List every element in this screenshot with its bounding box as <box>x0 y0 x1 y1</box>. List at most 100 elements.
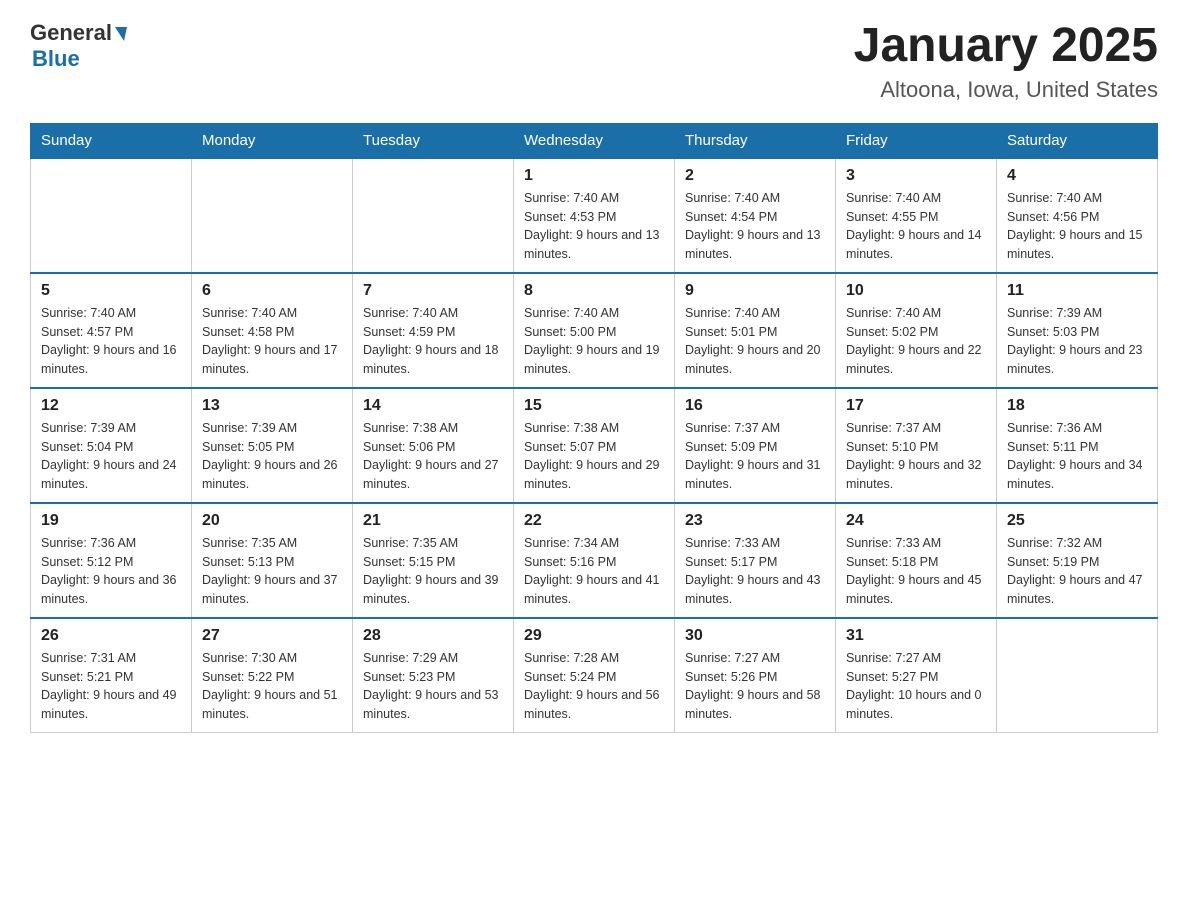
calendar-cell: 21 Sunrise: 7:35 AM Sunset: 5:15 PM Dayli… <box>353 503 514 618</box>
calendar-cell: 4 Sunrise: 7:40 AM Sunset: 4:56 PM Daylig… <box>997 158 1158 273</box>
day-info: Sunrise: 7:28 AM Sunset: 5:24 PM Dayligh… <box>524 649 664 724</box>
day-number: 18 <box>1007 397 1147 415</box>
day-info: Sunrise: 7:38 AM Sunset: 5:07 PM Dayligh… <box>524 419 664 494</box>
calendar-cell: 13Sunrise: 7:39 AM Sunset: 5:05 PM Dayli… <box>192 388 353 503</box>
weekday-header-row: SundayMondayTuesdayWednesdayThursdayFrid… <box>31 123 1158 158</box>
weekday-header-thursday: Thursday <box>675 123 836 158</box>
calendar-cell: 20Sunrise: 7:35 AM Sunset: 5:13 PM Dayli… <box>192 503 353 618</box>
day-number: 28 <box>363 627 503 645</box>
calendar-cell: 8Sunrise: 7:40 AM Sunset: 5:00 PM Daylig… <box>514 273 675 388</box>
day-info: Sunrise: 7:40 AM Sunset: 4:55 PM Dayligh… <box>846 189 986 264</box>
day-number: 10 <box>846 282 986 300</box>
calendar-cell: 10 Sunrise: 7:40 AM Sunset: 5:02 PM Dayli… <box>836 273 997 388</box>
weekday-header-friday: Friday <box>836 123 997 158</box>
day-info: Sunrise: 7:34 AM Sunset: 5:16 PM Dayligh… <box>524 534 664 609</box>
day-info: Sunrise: 7:33 AM Sunset: 5:18 PM Dayligh… <box>846 534 986 609</box>
calendar-cell: 7 Sunrise: 7:40 AM Sunset: 4:59 PM Daylig… <box>353 273 514 388</box>
day-number: 20 <box>202 512 342 530</box>
day-info: Sunrise: 7:32 AM Sunset: 5:19 PM Dayligh… <box>1007 534 1147 609</box>
weekday-header-monday: Monday <box>192 123 353 158</box>
calendar-cell: 30 Sunrise: 7:27 AM Sunset: 5:26 PM Dayli… <box>675 618 836 733</box>
day-number: 19 <box>41 512 181 530</box>
day-number: 17 <box>846 397 986 415</box>
day-number: 11 <box>1007 282 1147 300</box>
calendar-cell <box>353 158 514 273</box>
day-number: 2 <box>685 167 825 185</box>
calendar-cell: 17Sunrise: 7:37 AM Sunset: 5:10 PM Dayli… <box>836 388 997 503</box>
page-header: General Blue January 2025 Altoona, Iowa,… <box>30 20 1158 103</box>
weekday-header-sunday: Sunday <box>31 123 192 158</box>
day-info: Sunrise: 7:38 AM Sunset: 5:06 PM Dayligh… <box>363 419 503 494</box>
day-info: Sunrise: 7:31 AM Sunset: 5:21 PM Dayligh… <box>41 649 181 724</box>
day-number: 9 <box>685 282 825 300</box>
day-info: Sunrise: 7:29 AM Sunset: 5:23 PM Dayligh… <box>363 649 503 724</box>
calendar-cell: 5 Sunrise: 7:40 AM Sunset: 4:57 PM Daylig… <box>31 273 192 388</box>
day-number: 25 <box>1007 512 1147 530</box>
day-number: 21 <box>363 512 503 530</box>
calendar-cell <box>192 158 353 273</box>
day-number: 3 <box>846 167 986 185</box>
day-info: Sunrise: 7:40 AM Sunset: 4:57 PM Dayligh… <box>41 304 181 379</box>
day-number: 5 <box>41 282 181 300</box>
calendar-cell: 1Sunrise: 7:40 AM Sunset: 4:53 PM Daylig… <box>514 158 675 273</box>
calendar-cell: 26 Sunrise: 7:31 AM Sunset: 5:21 PM Dayli… <box>31 618 192 733</box>
day-info: Sunrise: 7:40 AM Sunset: 4:59 PM Dayligh… <box>363 304 503 379</box>
calendar-week-row: 1Sunrise: 7:40 AM Sunset: 4:53 PM Daylig… <box>31 158 1158 273</box>
day-number: 12 <box>41 397 181 415</box>
logo-arrow-icon <box>115 27 127 41</box>
day-info: Sunrise: 7:30 AM Sunset: 5:22 PM Dayligh… <box>202 649 342 724</box>
day-number: 22 <box>524 512 664 530</box>
calendar-cell: 12 Sunrise: 7:39 AM Sunset: 5:04 PM Dayli… <box>31 388 192 503</box>
day-info: Sunrise: 7:40 AM Sunset: 4:58 PM Dayligh… <box>202 304 342 379</box>
calendar-cell: 31 Sunrise: 7:27 AM Sunset: 5:27 PM Dayli… <box>836 618 997 733</box>
day-info: Sunrise: 7:39 AM Sunset: 5:04 PM Dayligh… <box>41 419 181 494</box>
day-number: 24 <box>846 512 986 530</box>
day-number: 16 <box>685 397 825 415</box>
calendar-week-row: 19 Sunrise: 7:36 AM Sunset: 5:12 PM Dayli… <box>31 503 1158 618</box>
calendar-cell: 27 Sunrise: 7:30 AM Sunset: 5:22 PM Dayli… <box>192 618 353 733</box>
calendar-cell: 18Sunrise: 7:36 AM Sunset: 5:11 PM Dayli… <box>997 388 1158 503</box>
day-info: Sunrise: 7:27 AM Sunset: 5:26 PM Dayligh… <box>685 649 825 724</box>
day-number: 27 <box>202 627 342 645</box>
day-info: Sunrise: 7:40 AM Sunset: 5:01 PM Dayligh… <box>685 304 825 379</box>
calendar-cell: 9 Sunrise: 7:40 AM Sunset: 5:01 PM Daylig… <box>675 273 836 388</box>
calendar-cell <box>31 158 192 273</box>
calendar-cell <box>997 618 1158 733</box>
day-info: Sunrise: 7:40 AM Sunset: 5:02 PM Dayligh… <box>846 304 986 379</box>
day-info: Sunrise: 7:36 AM Sunset: 5:12 PM Dayligh… <box>41 534 181 609</box>
day-info: Sunrise: 7:40 AM Sunset: 4:53 PM Dayligh… <box>524 189 664 264</box>
day-number: 6 <box>202 282 342 300</box>
calendar-cell: 15 Sunrise: 7:38 AM Sunset: 5:07 PM Dayli… <box>514 388 675 503</box>
logo: General Blue <box>30 20 127 72</box>
calendar-cell: 11 Sunrise: 7:39 AM Sunset: 5:03 PM Dayli… <box>997 273 1158 388</box>
calendar-week-row: 26 Sunrise: 7:31 AM Sunset: 5:21 PM Dayli… <box>31 618 1158 733</box>
calendar-cell: 3 Sunrise: 7:40 AM Sunset: 4:55 PM Daylig… <box>836 158 997 273</box>
day-info: Sunrise: 7:27 AM Sunset: 5:27 PM Dayligh… <box>846 649 986 724</box>
day-number: 30 <box>685 627 825 645</box>
day-number: 31 <box>846 627 986 645</box>
calendar-cell: 28 Sunrise: 7:29 AM Sunset: 5:23 PM Dayli… <box>353 618 514 733</box>
calendar-cell: 6 Sunrise: 7:40 AM Sunset: 4:58 PM Daylig… <box>192 273 353 388</box>
calendar-cell: 22 Sunrise: 7:34 AM Sunset: 5:16 PM Dayli… <box>514 503 675 618</box>
weekday-header-saturday: Saturday <box>997 123 1158 158</box>
weekday-header-wednesday: Wednesday <box>514 123 675 158</box>
day-number: 15 <box>524 397 664 415</box>
day-number: 4 <box>1007 167 1147 185</box>
logo-general-text: General <box>30 20 112 46</box>
calendar-cell: 16 Sunrise: 7:37 AM Sunset: 5:09 PM Dayli… <box>675 388 836 503</box>
day-info: Sunrise: 7:35 AM Sunset: 5:15 PM Dayligh… <box>363 534 503 609</box>
calendar-cell: 23Sunrise: 7:33 AM Sunset: 5:17 PM Dayli… <box>675 503 836 618</box>
day-info: Sunrise: 7:39 AM Sunset: 5:03 PM Dayligh… <box>1007 304 1147 379</box>
calendar-cell: 29 Sunrise: 7:28 AM Sunset: 5:24 PM Dayli… <box>514 618 675 733</box>
calendar-cell: 24 Sunrise: 7:33 AM Sunset: 5:18 PM Dayli… <box>836 503 997 618</box>
day-number: 13 <box>202 397 342 415</box>
calendar-week-row: 12 Sunrise: 7:39 AM Sunset: 5:04 PM Dayli… <box>31 388 1158 503</box>
day-info: Sunrise: 7:40 AM Sunset: 4:56 PM Dayligh… <box>1007 189 1147 264</box>
day-number: 29 <box>524 627 664 645</box>
weekday-header-tuesday: Tuesday <box>353 123 514 158</box>
day-info: Sunrise: 7:37 AM Sunset: 5:09 PM Dayligh… <box>685 419 825 494</box>
day-info: Sunrise: 7:40 AM Sunset: 5:00 PM Dayligh… <box>524 304 664 379</box>
day-number: 7 <box>363 282 503 300</box>
day-number: 26 <box>41 627 181 645</box>
day-number: 14 <box>363 397 503 415</box>
